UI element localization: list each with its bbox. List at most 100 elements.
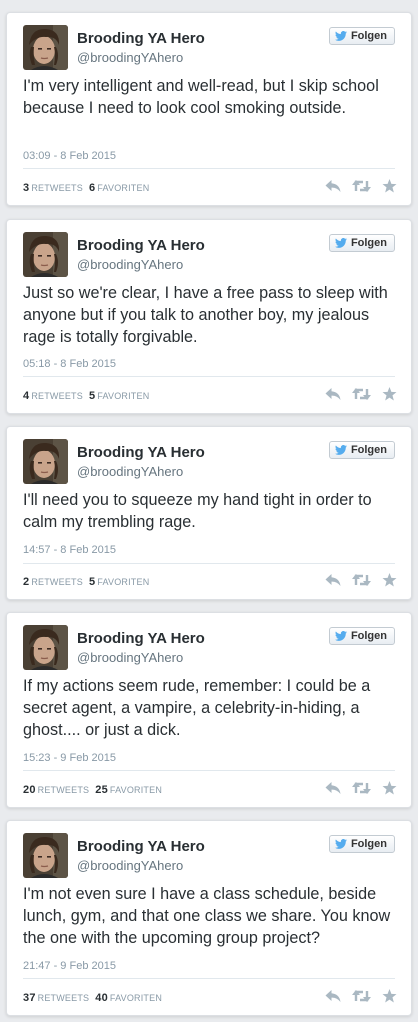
retweet-count[interactable]: 2 bbox=[23, 576, 29, 588]
author-name[interactable]: Brooding YA Hero bbox=[77, 630, 205, 647]
follow-button[interactable]: Folgen bbox=[328, 27, 395, 45]
reply-icon[interactable] bbox=[325, 573, 341, 587]
follow-button[interactable]: Folgen bbox=[328, 441, 395, 459]
tweet-actions bbox=[325, 989, 397, 1003]
follow-label: Folgen bbox=[350, 237, 387, 249]
author-name[interactable]: Brooding YA Hero bbox=[77, 838, 205, 855]
retweets-label: RETWEETS bbox=[37, 785, 90, 795]
favorite-count[interactable]: 25 bbox=[95, 784, 108, 796]
author-name[interactable]: Brooding YA Hero bbox=[77, 237, 205, 254]
tweet-actions bbox=[325, 573, 397, 587]
follow-button[interactable]: Folgen bbox=[328, 234, 395, 252]
twitter-bird-icon bbox=[334, 839, 347, 849]
author-name[interactable]: Brooding YA Hero bbox=[77, 444, 205, 461]
avatar[interactable] bbox=[23, 833, 68, 878]
tweet-card: Brooding YA Hero @broodingYAhero Folgen … bbox=[6, 820, 412, 1016]
tweet-stats: 37 RETWEETS 40 FAVORITEN bbox=[23, 992, 162, 1004]
retweet-icon[interactable] bbox=[352, 573, 371, 587]
tweet-text: I'm very intelligent and well-read, but … bbox=[23, 77, 379, 117]
tweet-text: Just so we're clear, I have a free pass … bbox=[23, 284, 388, 346]
follow-button[interactable]: Folgen bbox=[328, 835, 395, 853]
retweet-count[interactable]: 37 bbox=[23, 992, 36, 1004]
favorites-label: FAVORITEN bbox=[97, 577, 150, 587]
tweet-timestamp[interactable]: 14:57 - 8 Feb 2015 bbox=[23, 544, 116, 556]
tweet-timestamp[interactable]: 15:23 - 9 Feb 2015 bbox=[23, 752, 116, 764]
follow-button[interactable]: Folgen bbox=[328, 627, 395, 645]
tweet-timestamp[interactable]: 03:09 - 8 Feb 2015 bbox=[23, 150, 116, 162]
reply-icon[interactable] bbox=[325, 387, 341, 401]
favorite-count[interactable]: 6 bbox=[89, 182, 95, 194]
avatar[interactable] bbox=[23, 625, 68, 670]
twitter-bird-icon bbox=[334, 31, 347, 41]
tweet-timestamp[interactable]: 21:47 - 9 Feb 2015 bbox=[23, 960, 116, 972]
follow-label: Folgen bbox=[350, 630, 387, 642]
retweet-icon[interactable] bbox=[352, 989, 371, 1003]
tweet-text: If my actions seem rude, remember: I cou… bbox=[23, 677, 371, 739]
retweets-label: RETWEETS bbox=[37, 993, 90, 1003]
divider bbox=[23, 563, 395, 564]
twitter-bird-icon bbox=[334, 445, 347, 455]
tweet-card: Brooding YA Hero @broodingYAhero Folgen … bbox=[6, 612, 412, 808]
retweet-icon[interactable] bbox=[352, 781, 371, 795]
tweet-header: Brooding YA Hero @broodingYAhero Folgen bbox=[23, 232, 395, 280]
retweet-count[interactable]: 20 bbox=[23, 784, 36, 796]
tweet-text: I'll need you to squeeze my hand tight i… bbox=[23, 491, 372, 531]
reply-icon[interactable] bbox=[325, 179, 341, 193]
retweets-label: RETWEETS bbox=[31, 183, 83, 193]
follow-label: Folgen bbox=[350, 838, 387, 850]
tweet-card: Brooding YA Hero @broodingYAhero Folgen … bbox=[6, 426, 412, 600]
tweet-header: Brooding YA Hero @broodingYAhero Folgen bbox=[23, 833, 395, 881]
reply-icon[interactable] bbox=[325, 781, 341, 795]
retweets-label: RETWEETS bbox=[31, 577, 83, 587]
author-handle[interactable]: @broodingYAhero bbox=[77, 257, 183, 272]
tweet-card: Brooding YA Hero @broodingYAhero Folgen … bbox=[6, 219, 412, 414]
favorite-count[interactable]: 40 bbox=[95, 992, 108, 1004]
retweet-count[interactable]: 4 bbox=[23, 390, 29, 402]
follow-label: Folgen bbox=[350, 444, 387, 456]
tweet-stats: 4 RETWEETS 5 FAVORITEN bbox=[23, 390, 149, 402]
favorite-star-icon[interactable] bbox=[382, 573, 397, 587]
favorite-star-icon[interactable] bbox=[382, 989, 397, 1003]
author-name[interactable]: Brooding YA Hero bbox=[77, 30, 205, 47]
author-handle[interactable]: @broodingYAhero bbox=[77, 50, 183, 65]
tweet-stats: 20 RETWEETS 25 FAVORITEN bbox=[23, 784, 162, 796]
divider bbox=[23, 376, 395, 377]
tweet-stats: 3 RETWEETS 6 FAVORITEN bbox=[23, 182, 149, 194]
tweet-header: Brooding YA Hero @broodingYAhero Folgen bbox=[23, 439, 395, 487]
author-handle[interactable]: @broodingYAhero bbox=[77, 650, 183, 665]
tweet-actions bbox=[325, 387, 397, 401]
divider bbox=[23, 168, 395, 169]
favorite-star-icon[interactable] bbox=[382, 387, 397, 401]
retweets-label: RETWEETS bbox=[31, 391, 83, 401]
avatar[interactable] bbox=[23, 439, 68, 484]
reply-icon[interactable] bbox=[325, 989, 341, 1003]
divider bbox=[23, 978, 395, 979]
tweet-stats: 2 RETWEETS 5 FAVORITEN bbox=[23, 576, 149, 588]
tweet-header: Brooding YA Hero @broodingYAhero Folgen bbox=[23, 625, 395, 673]
favorite-count[interactable]: 5 bbox=[89, 390, 95, 402]
avatar[interactable] bbox=[23, 25, 68, 70]
tweet-timestamp[interactable]: 05:18 - 8 Feb 2015 bbox=[23, 358, 116, 370]
retweet-icon[interactable] bbox=[352, 387, 371, 401]
avatar[interactable] bbox=[23, 232, 68, 277]
favorites-label: FAVORITEN bbox=[109, 993, 163, 1003]
favorites-label: FAVORITEN bbox=[97, 183, 150, 193]
follow-label: Folgen bbox=[350, 30, 387, 42]
retweet-icon[interactable] bbox=[352, 179, 371, 193]
tweet-text: I'm not even sure I have a class schedul… bbox=[23, 885, 391, 947]
tweet-actions bbox=[325, 781, 397, 795]
favorites-label: FAVORITEN bbox=[97, 391, 150, 401]
author-handle[interactable]: @broodingYAhero bbox=[77, 858, 183, 873]
favorite-star-icon[interactable] bbox=[382, 179, 397, 193]
favorites-label: FAVORITEN bbox=[109, 785, 163, 795]
tweet-actions bbox=[325, 179, 397, 193]
tweet-header: Brooding YA Hero @broodingYAhero Folgen bbox=[23, 25, 395, 73]
favorite-count[interactable]: 5 bbox=[89, 576, 95, 588]
retweet-count[interactable]: 3 bbox=[23, 182, 29, 194]
author-handle[interactable]: @broodingYAhero bbox=[77, 464, 183, 479]
divider bbox=[23, 770, 395, 771]
tweet-card: Brooding YA Hero @broodingYAhero Folgen … bbox=[6, 12, 412, 206]
twitter-bird-icon bbox=[334, 238, 347, 248]
twitter-bird-icon bbox=[334, 631, 347, 641]
favorite-star-icon[interactable] bbox=[382, 781, 397, 795]
